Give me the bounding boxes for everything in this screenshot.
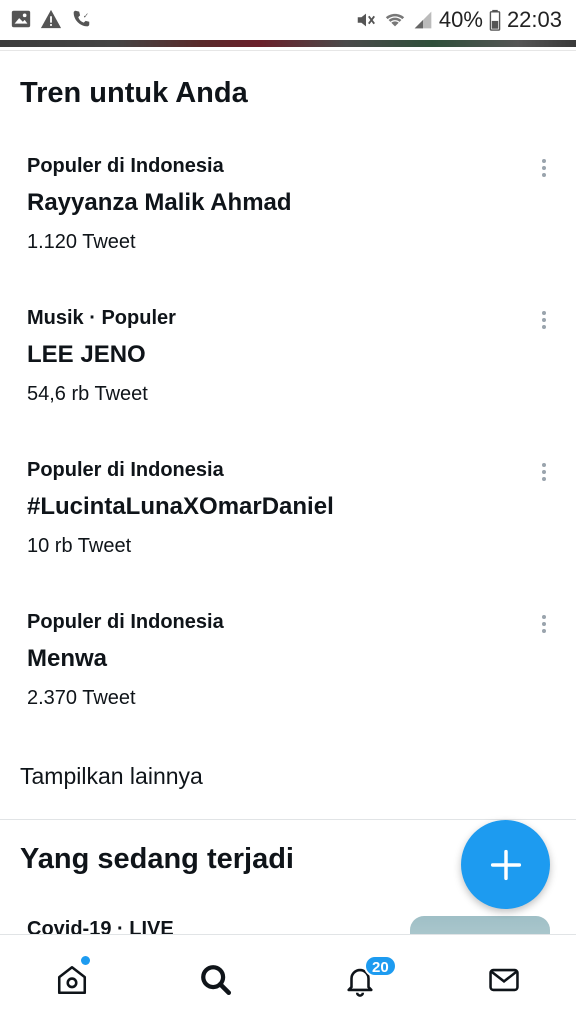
happening-section-title: Yang sedang terjadi (20, 843, 294, 875)
nav-search[interactable] (144, 935, 288, 1024)
plus-icon (490, 849, 521, 880)
home-icon (57, 965, 87, 995)
bottom-navigation: 20 (0, 934, 576, 1024)
trend-context: Populer di Indonesia (27, 611, 224, 633)
nav-home[interactable] (0, 935, 144, 1024)
trend-context: Populer di Indonesia (27, 459, 224, 481)
header-divider (0, 50, 576, 51)
svg-text:✓: ✓ (83, 11, 89, 20)
header-image-strip (0, 40, 576, 47)
search-icon (201, 965, 232, 996)
trend-name: Menwa (27, 645, 108, 672)
status-right: 40% 22:03 (355, 7, 562, 33)
mute-icon (357, 13, 375, 27)
signal-icon (414, 11, 432, 29)
trend-tweet-count: 1.120 Tweet (27, 231, 136, 253)
trend-context: Musik · Populer (27, 307, 176, 329)
trend-name: #LucintaLunaXOmarDaniel (27, 493, 334, 520)
nav-messages[interactable] (432, 935, 576, 1024)
trends-section-title: Tren untuk Anda (20, 77, 248, 109)
trend-context: Populer di Indonesia (27, 155, 224, 177)
more-options-icon[interactable] (532, 307, 556, 331)
wifi-call-icon: ✓ (73, 10, 90, 27)
clock: 22:03 (506, 7, 562, 32)
status-bar: ✓ 40% 22:03 (0, 0, 576, 40)
trend-item[interactable]: Populer di Indonesia #LucintaLunaXOmarDa… (0, 459, 576, 589)
section-divider (0, 819, 576, 820)
trend-tweet-count: 10 rb Tweet (27, 535, 132, 557)
messages-icon (489, 968, 519, 992)
trend-name: LEE JENO (27, 341, 146, 368)
trend-name: Rayyanza Malik Ahmad (27, 189, 292, 216)
show-more-link[interactable]: Tampilkan lainnya (20, 763, 203, 790)
trend-item[interactable]: Populer di Indonesia Menwa 2.370 Tweet (0, 611, 576, 741)
more-options-icon[interactable] (532, 611, 556, 635)
more-options-icon[interactable] (532, 155, 556, 179)
more-options-icon[interactable] (532, 459, 556, 483)
status-left-icons: ✓ (10, 8, 92, 30)
trend-tweet-count: 54,6 rb Tweet (27, 383, 148, 405)
trend-tweet-count: 2.370 Tweet (27, 687, 136, 709)
battery-percent: 40% (438, 7, 483, 32)
warning-icon (40, 9, 62, 29)
compose-tweet-button[interactable] (461, 820, 550, 909)
home-new-indicator (81, 956, 90, 965)
trend-item[interactable]: Populer di Indonesia Rayyanza Malik Ahma… (0, 155, 576, 285)
wifi-icon (385, 13, 405, 27)
image-icon (11, 10, 31, 28)
notification-count-badge: 20 (364, 955, 397, 977)
trend-item[interactable]: Musik · Populer LEE JENO 54,6 rb Tweet (0, 307, 576, 437)
battery-icon (489, 9, 501, 31)
nav-notifications[interactable] (288, 935, 432, 1024)
